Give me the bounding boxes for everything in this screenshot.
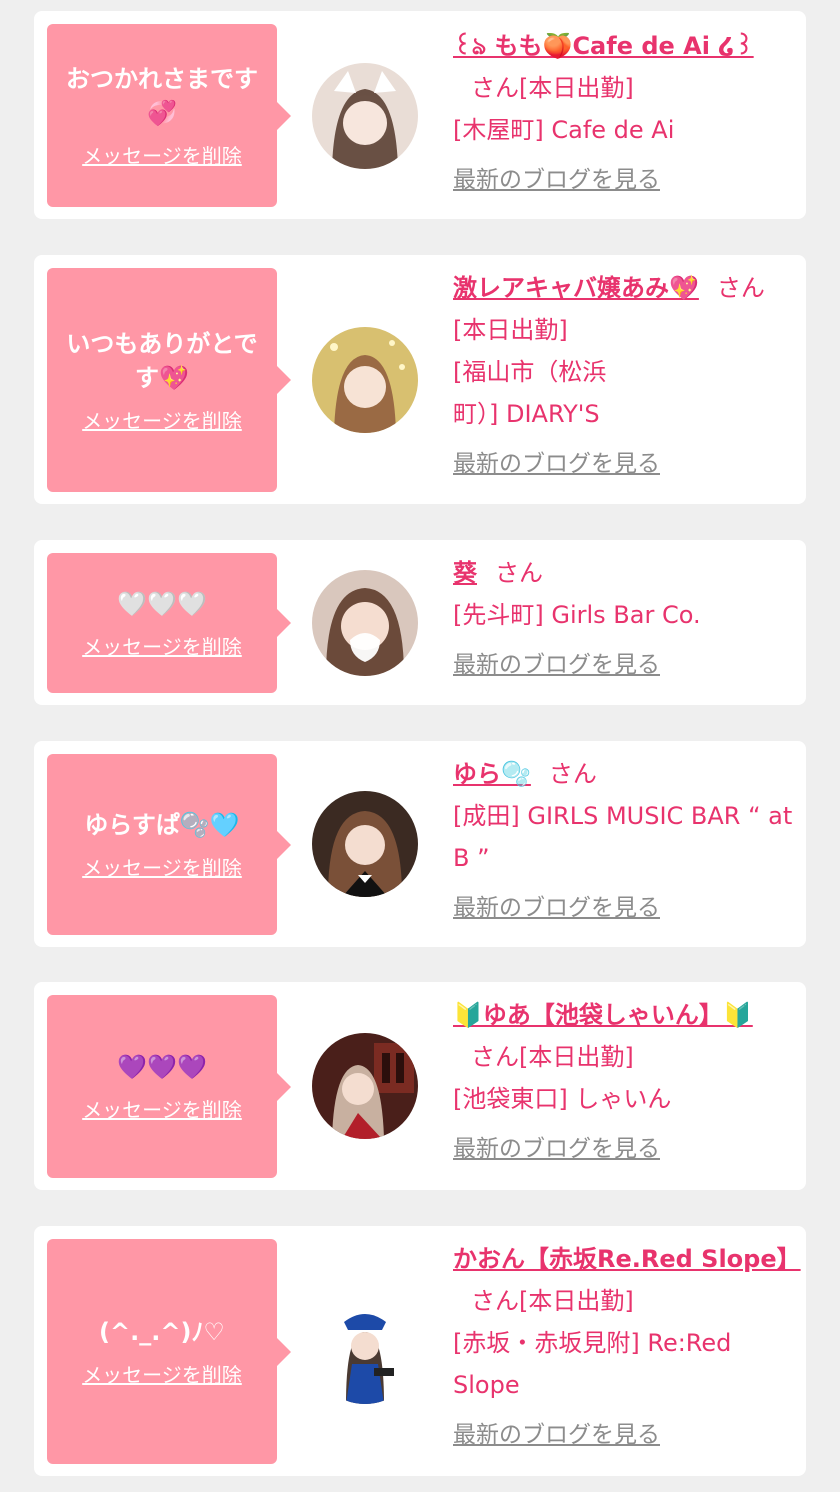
message-card: (^._.^)ﾉ♡ メッセージを削除 かおん【赤坂Re.Red Slope】さん… [34, 1226, 806, 1476]
latest-blog-link[interactable]: 最新のブログを見る [453, 1414, 793, 1456]
delete-message-link[interactable]: メッセージを削除 [82, 631, 242, 660]
delete-message-link[interactable]: メッセージを削除 [82, 405, 242, 434]
message-card: 🤍🤍🤍 メッセージを削除 葵さん [先斗町] Girls Bar Co. 最新の… [34, 540, 806, 705]
message-bubble: (^._.^)ﾉ♡ メッセージを削除 [47, 1239, 291, 1464]
cast-info: かおん【赤坂Re.Red Slope】さん[本日出勤] [赤坂・赤坂見附] Re… [453, 1238, 801, 1456]
honorific: さん [716, 274, 765, 302]
message-text: (^._.^)ﾉ♡ [99, 1318, 225, 1346]
avatar[interactable] [312, 791, 418, 897]
delete-message-link[interactable]: メッセージを削除 [82, 1359, 242, 1388]
latest-blog-link[interactable]: 最新のブログを見る [453, 1128, 793, 1170]
delete-message-link[interactable]: メッセージを削除 [82, 140, 242, 169]
message-bubble: おつかれさまです💞 メッセージを削除 [47, 24, 291, 207]
avatar[interactable] [312, 1298, 418, 1404]
message-bubble: 🤍🤍🤍 メッセージを削除 [47, 553, 291, 693]
cast-info: ꒰ঌ もも🍑Cafe de Ai ໒꒱ さん[本日出勤] [木屋町] Cafe … [453, 25, 793, 201]
status-label: [本日出勤] [519, 74, 634, 102]
latest-blog-link[interactable]: 最新のブログを見る [453, 644, 793, 686]
status-label: [本日出勤] [519, 1043, 634, 1071]
message-bubble: いつもありがとです💖 メッセージを削除 [47, 268, 291, 492]
cast-info: 激レアキャバ嬢あみ💖 さん [本日出勤] [福山市（松浜町）] DIARY'S 最新… [453, 267, 793, 485]
message-list: おつかれさまです💞 メッセージを削除 ꒰ঌ もも🍑Cafe de Ai ໒꒱ さ… [0, 0, 840, 1492]
status-label: [本日出勤] [519, 1287, 634, 1315]
avatar[interactable] [312, 1033, 418, 1139]
honorific: さん [471, 1287, 519, 1315]
cast-name-link[interactable]: かおん【赤坂Re.Red Slope】 [453, 1245, 801, 1273]
message-card: 💜💜💜 メッセージを削除 🔰ゆあ【池袋しゃいん】🔰 さん[本日出勤] [池袋東口]… [34, 982, 806, 1190]
message-text: 🤍🤍🤍 [117, 589, 207, 618]
honorific: さん [471, 1043, 519, 1071]
cast-name-link[interactable]: 激レアキャバ嬢あみ💖 [453, 274, 699, 302]
cast-name-link[interactable]: ゆら🫧 [453, 760, 531, 788]
honorific: さん [548, 760, 597, 788]
cast-name-link[interactable]: 葵 [453, 559, 477, 587]
delete-message-link[interactable]: メッセージを削除 [82, 852, 242, 881]
message-card: おつかれさまです💞 メッセージを削除 ꒰ঌ もも🍑Cafe de Ai ໒꒱ さ… [34, 11, 806, 219]
avatar[interactable] [312, 570, 418, 676]
honorific: さん [471, 74, 519, 102]
shop-label: [先斗町] Girls Bar Co. [453, 601, 701, 629]
cast-name-link[interactable]: ꒰ঌ もも🍑Cafe de Ai ໒꒱ [453, 32, 754, 60]
message-text: 💜💜💜 [117, 1053, 207, 1081]
shop-label: [池袋東口] しゃいん [453, 1085, 672, 1113]
cast-info: 葵さん [先斗町] Girls Bar Co. 最新のブログを見る [453, 552, 793, 686]
shop-label: [赤坂・赤坂見附] Re:Red Slope [453, 1329, 732, 1399]
shop-label: [成田] GIRLS MUSIC BAR “ at B ” [453, 802, 793, 872]
message-text: ゆらすぱ🫧🩵 [84, 811, 240, 839]
latest-blog-link[interactable]: 最新のブログを見る [453, 443, 793, 485]
message-card: いつもありがとです💖 メッセージを削除 激レアキャバ嬢あみ💖 さん [本日出勤] [… [34, 255, 806, 504]
message-text: おつかれさまです💞 [66, 65, 258, 127]
shop-label: [福山市（松浜町）] DIARY'S [453, 358, 607, 428]
avatar[interactable] [312, 327, 418, 433]
avatar[interactable] [312, 63, 418, 169]
message-bubble: 💜💜💜 メッセージを削除 [47, 995, 291, 1178]
message-bubble: ゆらすぱ🫧🩵 メッセージを削除 [47, 754, 291, 935]
latest-blog-link[interactable]: 最新のブログを見る [453, 159, 793, 201]
latest-blog-link[interactable]: 最新のブログを見る [453, 887, 793, 929]
shop-label: [木屋町] Cafe de Ai [453, 116, 675, 144]
cast-info: 🔰ゆあ【池袋しゃいん】🔰 さん[本日出勤] [池袋東口] しゃいん 最新のブログを… [453, 994, 793, 1170]
message-card: ゆらすぱ🫧🩵 メッセージを削除 ゆら🫧 さん [成田] GIRLS MUSIC B… [34, 741, 806, 947]
honorific: さん [495, 559, 543, 587]
status-label: [本日出勤] [453, 316, 568, 344]
cast-info: ゆら🫧 さん [成田] GIRLS MUSIC BAR “ at B ” 最新のブ… [453, 753, 793, 929]
cast-name-link[interactable]: 🔰ゆあ【池袋しゃいん】🔰 [453, 1001, 753, 1029]
message-text: いつもありがとです💖 [66, 329, 258, 392]
delete-message-link[interactable]: メッセージを削除 [82, 1094, 242, 1123]
